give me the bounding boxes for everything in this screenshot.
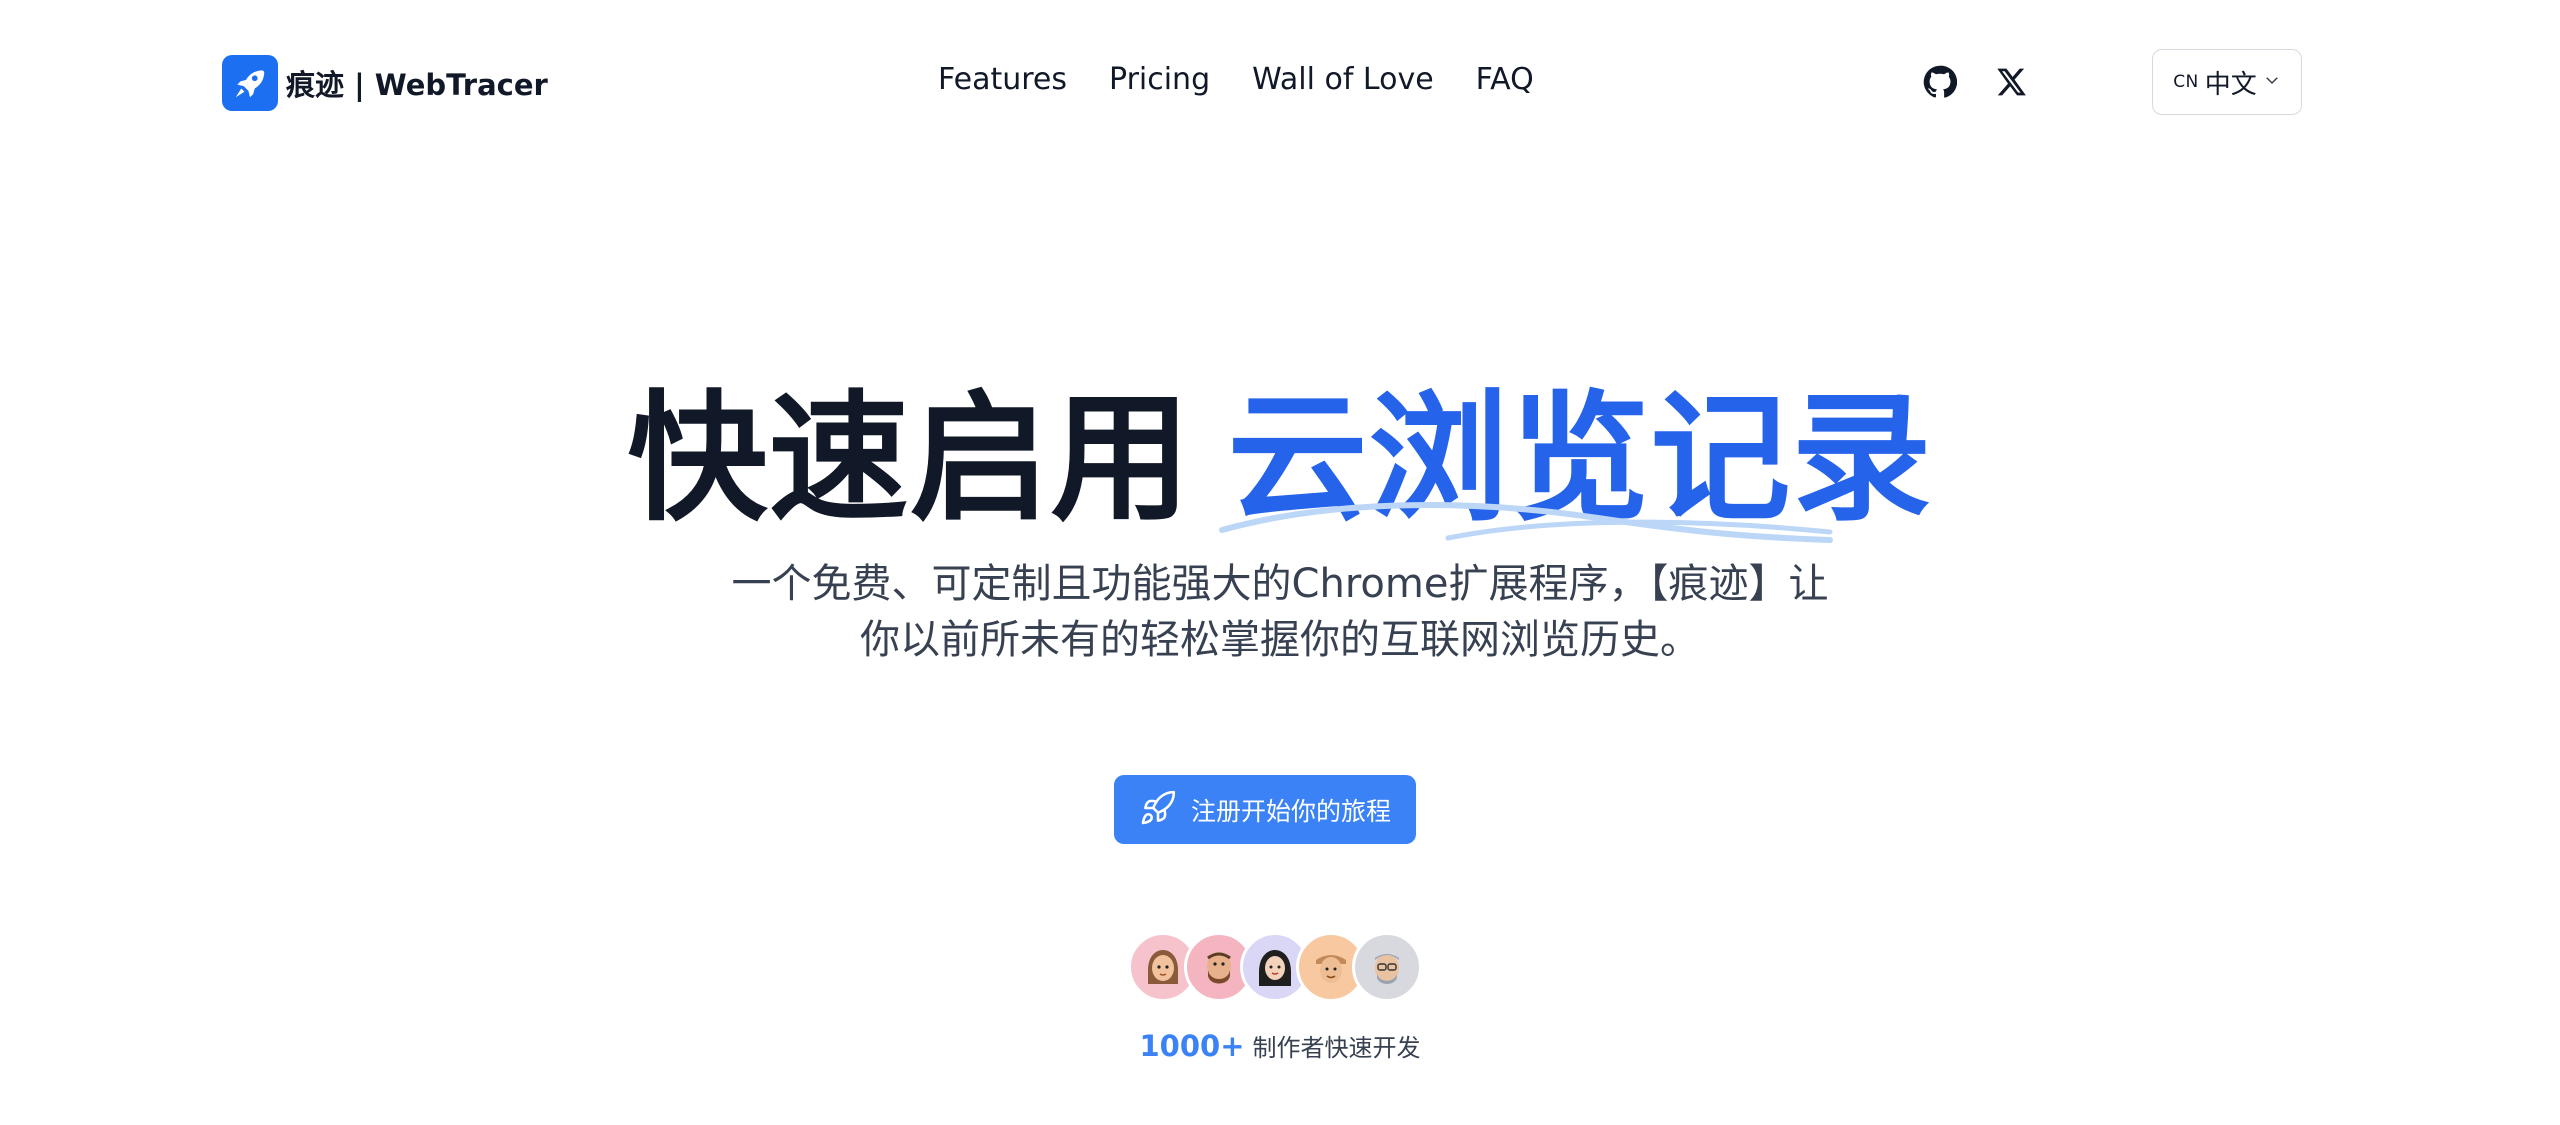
chevron-down-icon <box>2263 71 2281 93</box>
rocket-icon <box>222 55 278 111</box>
hero-underline-decoration <box>1218 502 1833 543</box>
language-selector[interactable]: CN 中文 <box>2152 49 2302 115</box>
github-icon[interactable] <box>1920 62 1960 102</box>
makers-count: 1000+ 制作者快速开发 <box>0 1028 2560 1063</box>
rocket-icon <box>1139 789 1177 831</box>
hero-title-accent: 云浏览记录 <box>1218 380 1933 543</box>
nav-faq[interactable]: FAQ <box>1476 62 1534 97</box>
site-header: 痕迹 | WebTracer Features Pricing Wall of … <box>0 0 2560 170</box>
hero-title: 快速启用 云浏览记录 <box>0 378 2560 543</box>
language-code: CN <box>2173 72 2199 92</box>
hero-subtitle: 一个免费、可定制且功能强大的Chrome扩展程序，【痕迹】让 你以前所未有的轻松… <box>680 556 1880 668</box>
makers-count-number: 1000+ <box>1139 1029 1245 1063</box>
avatar <box>1352 932 1422 1002</box>
nav-wall-of-love[interactable]: Wall of Love <box>1252 62 1434 97</box>
main-nav: Features Pricing Wall of Love FAQ <box>938 62 1534 97</box>
signup-cta-label: 注册开始你的旅程 <box>1190 796 1391 826</box>
maker-avatars <box>1128 932 1422 1002</box>
hero-subtitle-line-2: 你以前所未有的轻松掌握你的互联网浏览历史。 <box>860 617 1700 663</box>
brand-name: 痕迹 | WebTracer <box>286 68 548 102</box>
x-icon[interactable] <box>1992 62 2032 102</box>
signup-cta-button[interactable]: 注册开始你的旅程 <box>1114 775 1416 844</box>
hero-title-dark: 快速启用 <box>627 378 1192 541</box>
makers-count-text: 制作者快速开发 <box>1252 1034 1421 1062</box>
hero-subtitle-line-1: 一个免费、可定制且功能强大的Chrome扩展程序，【痕迹】让 <box>731 561 1829 607</box>
language-label: 中文 <box>2204 69 2257 100</box>
nav-features[interactable]: Features <box>938 62 1067 97</box>
brand-logo-link[interactable]: 痕迹 | WebTracer <box>222 55 548 111</box>
nav-pricing[interactable]: Pricing <box>1109 62 1210 97</box>
